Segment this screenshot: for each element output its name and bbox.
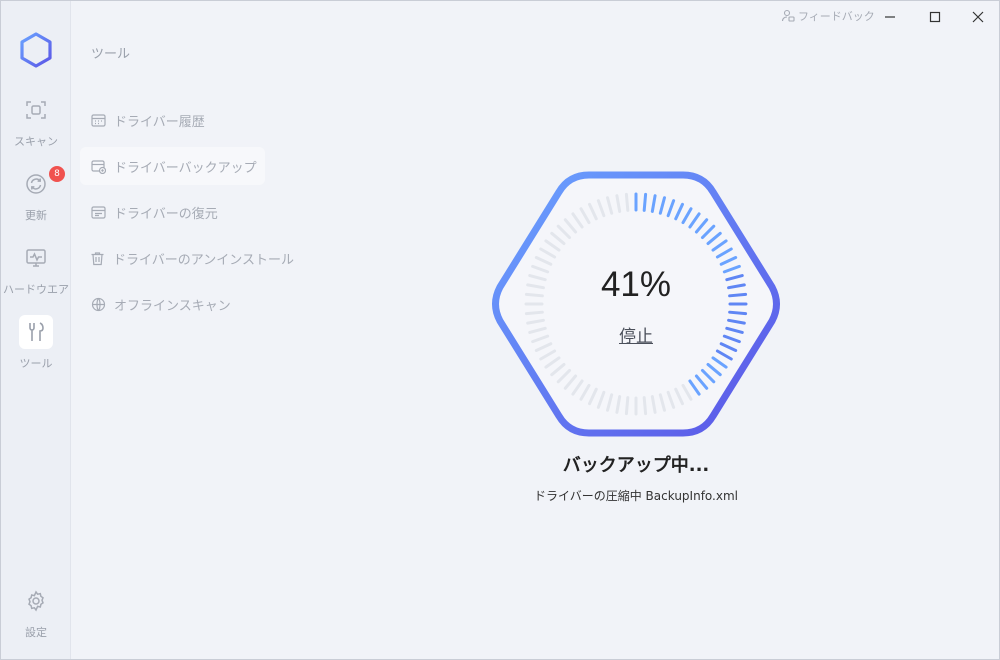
- menu-label-driver-history: ドライバー履歴: [114, 114, 205, 130]
- gear-icon: [19, 584, 53, 618]
- globe-icon: [90, 296, 106, 312]
- rail-label-scan: スキャン: [14, 135, 58, 148]
- tools-icon: [19, 315, 53, 349]
- rail-item-hardware[interactable]: ハードウエア: [1, 241, 71, 303]
- feedback-label: フィードバック: [798, 10, 875, 23]
- progress-tick-filled: [728, 310, 748, 316]
- left-rail: スキャン 8 更新 ハードウエア ツール 設定: [1, 1, 71, 659]
- menu-label-offline-scan: オフラインスキャン: [114, 298, 231, 314]
- close-button[interactable]: [965, 5, 991, 29]
- rail-item-settings[interactable]: 設定: [1, 584, 71, 646]
- progress-tick-empty: [624, 192, 630, 212]
- app-logo-icon: [20, 32, 52, 68]
- menu-label-driver-restore: ドライバーの復元: [114, 206, 218, 222]
- app-window: スキャン 8 更新 ハードウエア ツール 設定 ツール ドライバー履歴 ドライバ…: [0, 0, 1000, 660]
- rail-label-hardware: ハードウエア: [3, 283, 69, 296]
- scan-icon: [19, 93, 53, 127]
- restore-icon: [90, 204, 106, 220]
- menu-item-driver-restore[interactable]: ドライバーの復元: [80, 193, 265, 231]
- tools-panel: ツール ドライバー履歴 ドライバーバックアップ ドライバーの復元 ドライバーのア…: [72, 1, 294, 659]
- maximize-icon: [929, 11, 941, 23]
- menu-item-driver-uninstall[interactable]: ドライバーのアンインストール: [80, 239, 294, 277]
- minimize-button[interactable]: [877, 5, 903, 29]
- progress-tick-empty: [524, 310, 544, 316]
- menu-label-driver-uninstall: ドライバーのアンインストール: [113, 252, 294, 268]
- menu-item-driver-history[interactable]: ドライバー履歴: [80, 101, 265, 139]
- rail-item-update[interactable]: 8 更新: [1, 166, 71, 229]
- menu-label-driver-backup: ドライバーバックアップ: [114, 160, 257, 176]
- monitor-pulse-icon: [19, 241, 53, 275]
- trash-icon: [90, 250, 105, 266]
- rail-label-tools: ツール: [19, 357, 53, 370]
- menu-item-offline-scan[interactable]: オフラインスキャン: [80, 285, 265, 323]
- feedback-button[interactable]: フィードバック: [781, 8, 875, 24]
- status-detail: ドライバーの圧縮中 BackupInfo.xml: [533, 489, 738, 503]
- rail-label-settings: 設定: [25, 626, 47, 639]
- feedback-user-icon: [781, 9, 795, 22]
- progress-tick-empty: [624, 396, 630, 416]
- menu-item-driver-backup[interactable]: ドライバーバックアップ: [80, 147, 265, 185]
- progress-tick-filled: [642, 192, 648, 212]
- panel-title: ツール: [91, 47, 131, 62]
- progress-tick-empty: [642, 396, 648, 416]
- calendar-list-icon: [90, 112, 106, 128]
- rail-item-scan[interactable]: スキャン: [1, 93, 71, 155]
- status-title: バックアップ中...: [562, 455, 710, 476]
- close-icon: [972, 11, 984, 23]
- rail-label-update: 更新: [25, 209, 47, 222]
- stop-button[interactable]: 停止: [601, 322, 671, 347]
- rail-item-tools[interactable]: ツール: [1, 315, 71, 377]
- minimize-icon: [885, 16, 895, 18]
- maximize-button[interactable]: [922, 5, 948, 29]
- progress-percent: 41%: [600, 265, 672, 304]
- update-count-badge: 8: [49, 166, 65, 182]
- backup-icon: [90, 158, 106, 174]
- refresh-icon: [19, 167, 53, 201]
